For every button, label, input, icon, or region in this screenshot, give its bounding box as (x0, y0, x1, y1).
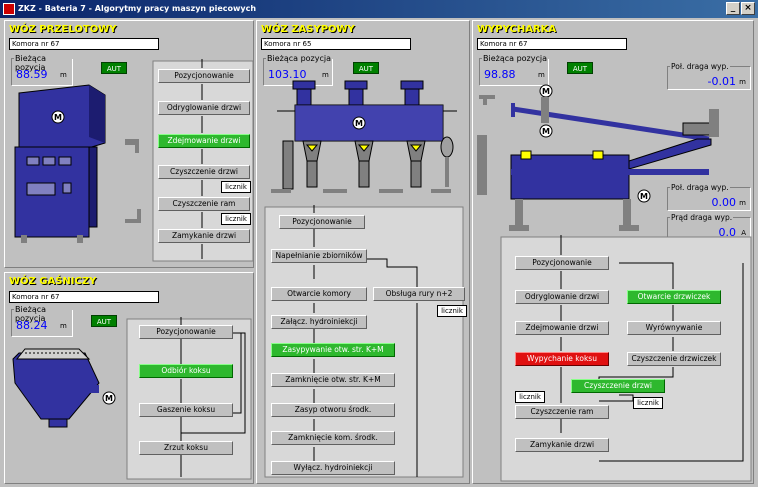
step-napelnianie-zbiornikow[interactable]: Napełnianie zbiorników (271, 249, 367, 263)
motor-icon: M (355, 119, 363, 128)
step-zalacz-hydroiniekcji[interactable]: Załącz. hydroiniekcji (271, 315, 367, 329)
counter-button[interactable]: licznik (633, 397, 663, 409)
window-title: ZKZ - Bateria 7 - Algorytmy pracy maszyn… (18, 4, 257, 13)
step-pozycjonowanie[interactable]: Pozycjonowanie (139, 325, 233, 339)
close-button[interactable]: × (741, 2, 755, 15)
step-czyszczenie-drzwi[interactable]: Czyszczenie drzwi (158, 165, 250, 179)
step-czyszczenie-drzwiczek[interactable]: Czyszczenie drzwiczek (627, 352, 721, 366)
step-pozycjonowanie[interactable]: Pozycjonowanie (515, 256, 609, 270)
step-zdejmowanie-drzwi[interactable]: Zdejmowanie drzwi (515, 321, 609, 335)
counter-button[interactable]: licznik (515, 391, 545, 403)
step-wylacz-hydroiniekcji[interactable]: Wyłącz. hydroiniekcji (271, 461, 395, 475)
step-zdejmowanie-drzwi[interactable]: Zdejmowanie drzwi (158, 134, 250, 148)
step-pozycjonowanie[interactable]: Pozycjonowanie (279, 215, 365, 229)
motor-icon: M (54, 113, 62, 122)
counter-button[interactable]: licznik (221, 213, 251, 225)
step-wypychanie-koksu[interactable]: Wypychanie koksu (515, 352, 609, 366)
step-czyszczenie-ram[interactable]: Czyszczenie ram (158, 197, 250, 211)
step-odryglowanie-drzwi[interactable]: Odryglowanie drzwi (158, 101, 250, 115)
step-obsluga-rury[interactable]: Obsługa rury n+2 (373, 287, 465, 301)
step-pozycjonowanie[interactable]: Pozycjonowanie (158, 69, 250, 83)
motor-icon: M (542, 87, 550, 96)
step-czyszczenie-ram[interactable]: Czyszczenie ram (515, 405, 609, 419)
step-wyrownywanie[interactable]: Wyrównywanie (627, 321, 721, 335)
step-otwarcie-komory[interactable]: Otwarcie komory (271, 287, 367, 301)
panel-woz-gasniczy: WÓZ GAŚNICZY Komora nr 67 Bieżąca pozycj… (4, 272, 254, 484)
counter-button[interactable]: licznik (437, 305, 467, 317)
step-zamykanie-drzwi[interactable]: Zamykanie drzwi (515, 438, 609, 452)
window-titlebar: ZKZ - Bateria 7 - Algorytmy pracy maszyn… (0, 0, 758, 18)
app-icon (3, 3, 15, 15)
panel-woz-przelotowy: WÓZ PRZELOTOWY Komora nr 67 Bieżąca pozy… (4, 20, 254, 268)
step-czyszczenie-drzwi[interactable]: Czyszczenie drzwi (571, 379, 665, 393)
panel-wypycharka: WYPYCHARKA Komora nr 67 Bieżąca pozycja … (472, 20, 754, 484)
step-otwarcie-drzwiczek[interactable]: Otwarcie drzwiczek (627, 290, 721, 304)
panel-woz-zasypowy: WÓZ ZASYPOWY Komora nr 65 Bieżąca pozycj… (256, 20, 470, 484)
step-zrzut-koksu[interactable]: Zrzut koksu (139, 441, 233, 455)
minimize-button[interactable]: _ (726, 2, 740, 15)
step-zamkniecie-kom-srodk[interactable]: Zamknięcie kom. środk. (271, 431, 395, 445)
step-odbior-koksu[interactable]: Odbiór koksu (139, 364, 233, 378)
step-zamkniecie-otw[interactable]: Zamknięcie otw. str. K+M (271, 373, 395, 387)
step-odryglowanie-drzwi[interactable]: Odryglowanie drzwi (515, 290, 609, 304)
motor-icon: M (105, 394, 113, 403)
step-zamykanie-drzwi[interactable]: Zamykanie drzwi (158, 229, 250, 243)
step-gaszenie-koksu[interactable]: Gaszenie koksu (139, 403, 233, 417)
step-zasypywanie-otw[interactable]: Zasypywanie otw. str. K+M (271, 343, 395, 357)
step-zasyp-otworu-srodk[interactable]: Zasyp otworu środk. (271, 403, 395, 417)
motor-icon: M (640, 192, 648, 201)
motor-icon: M (542, 127, 550, 136)
counter-button[interactable]: licznik (221, 181, 251, 193)
